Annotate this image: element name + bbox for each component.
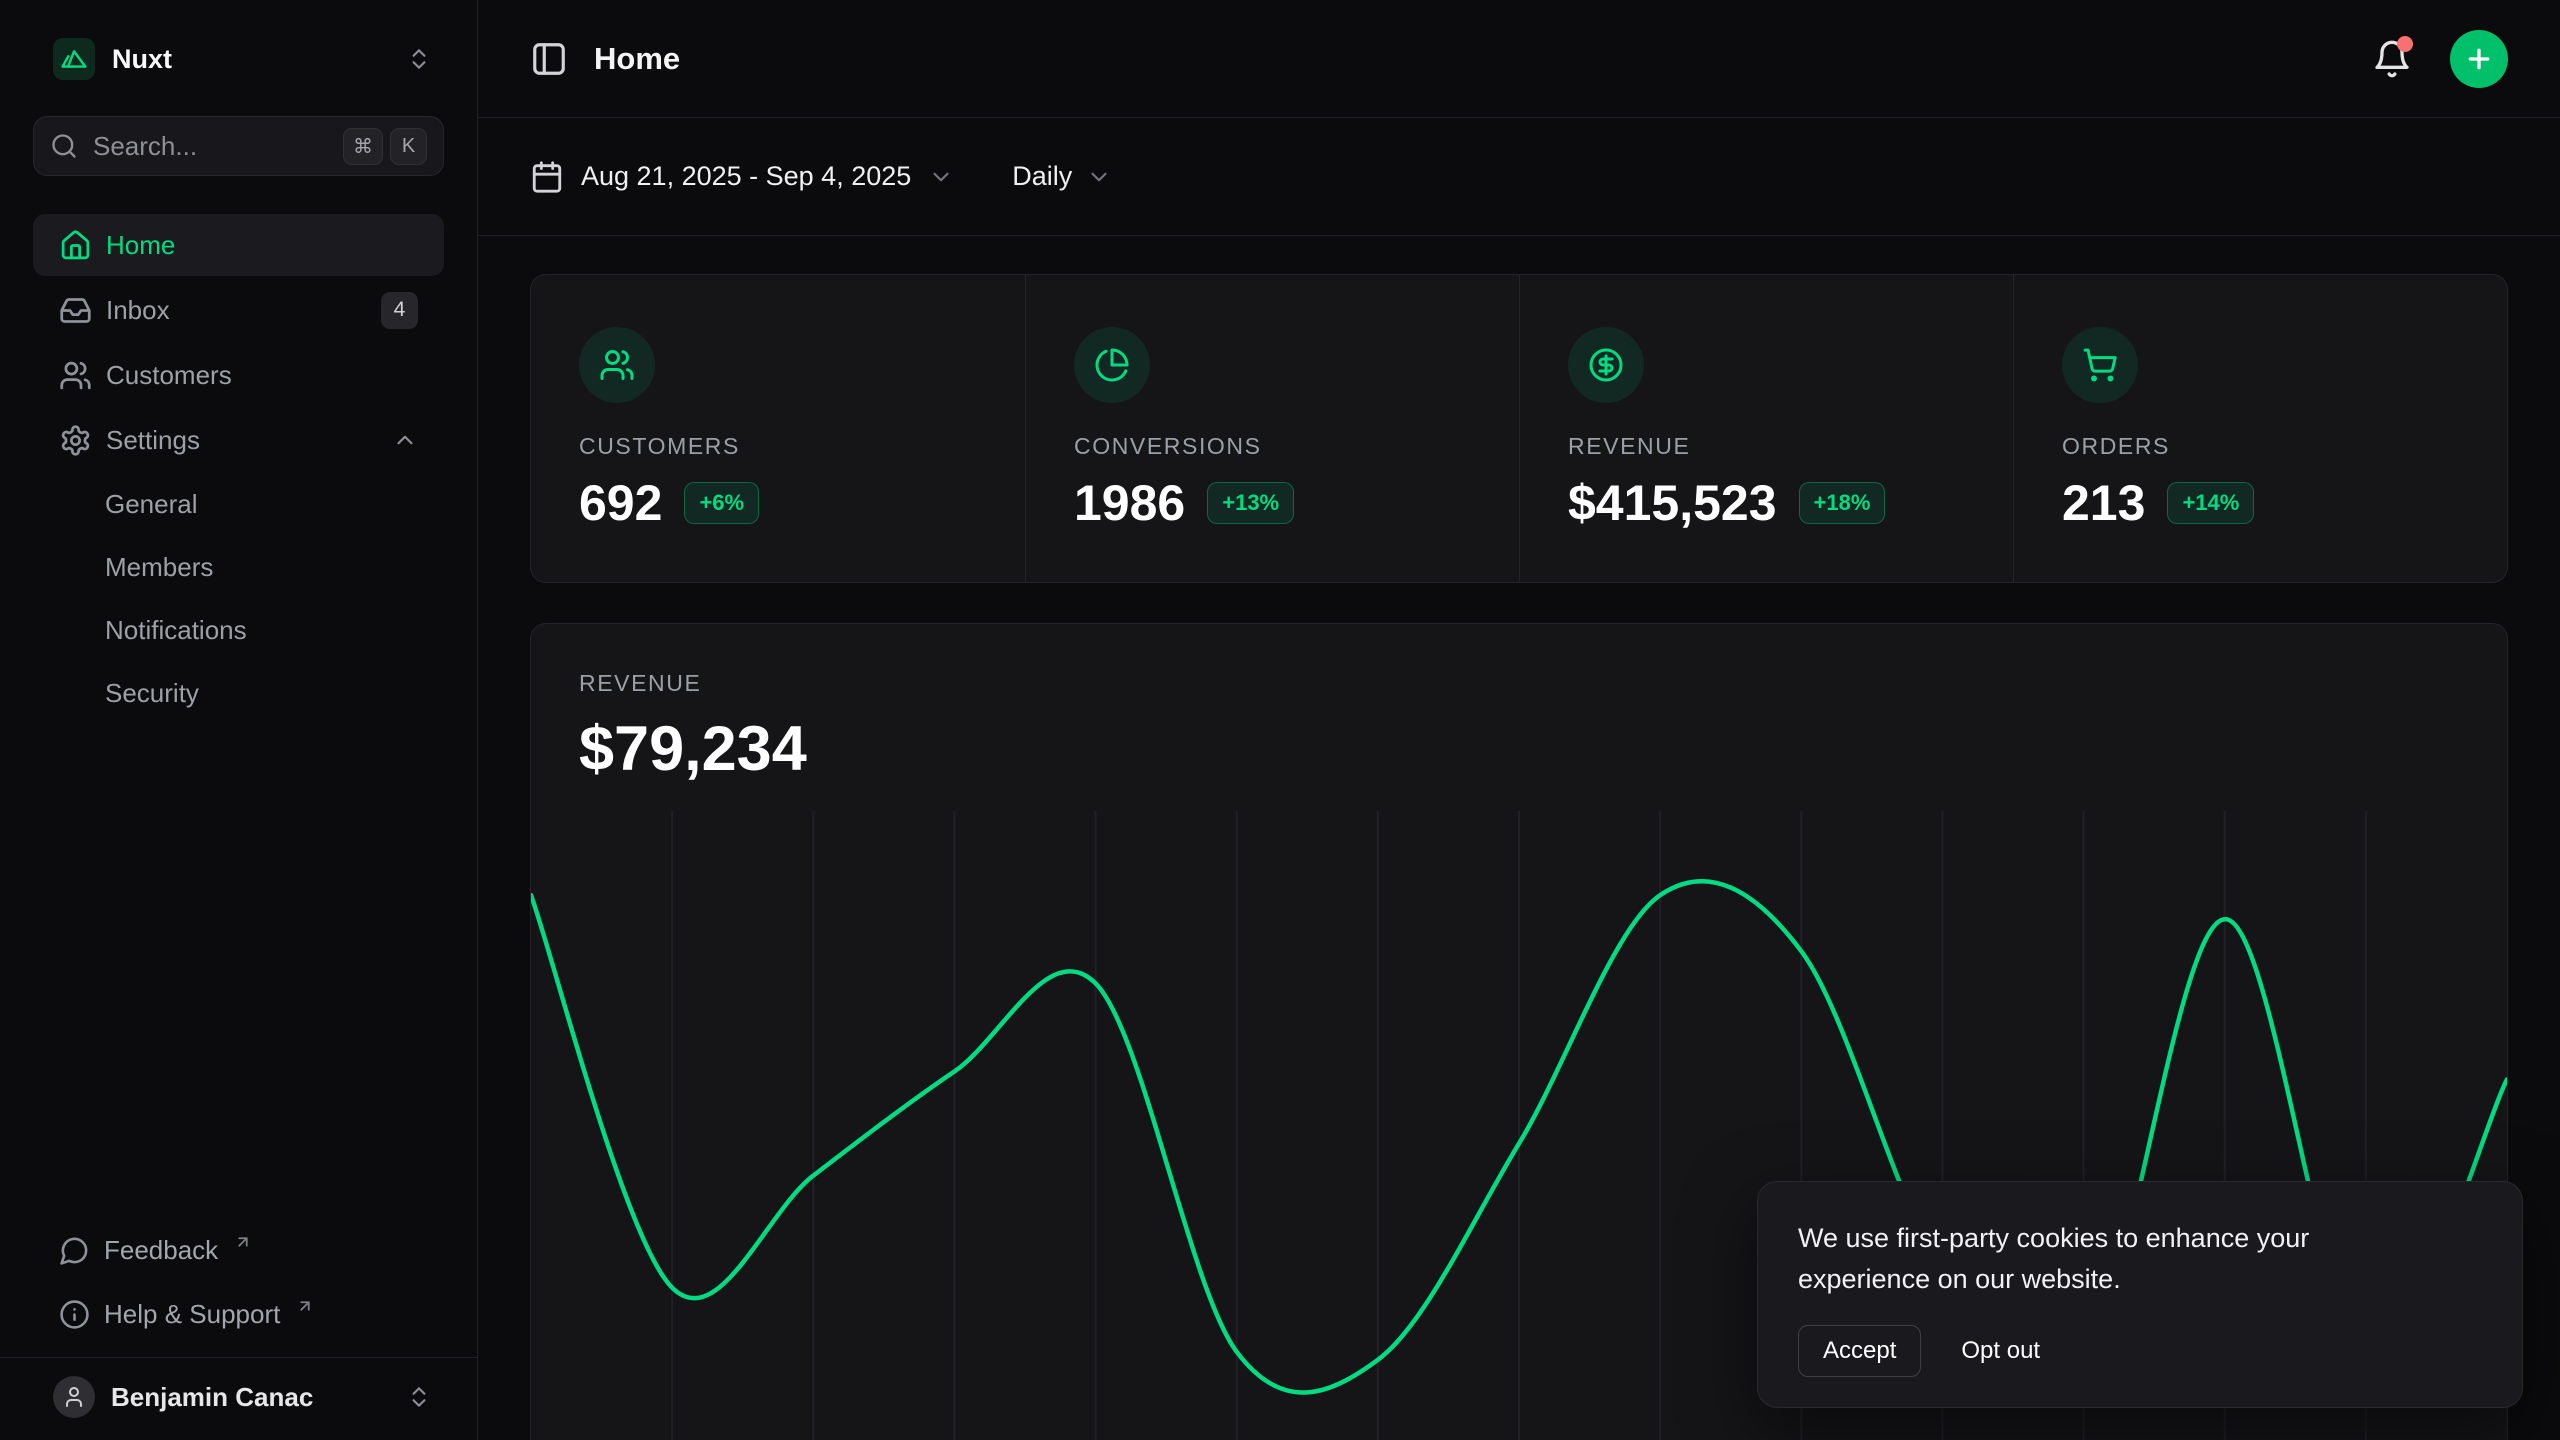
help-support-label: Help & Support — [104, 1299, 280, 1330]
date-range-value: Aug 21, 2025 - Sep 4, 2025 — [581, 161, 911, 192]
stat-label: CONVERSIONS — [1074, 433, 1471, 460]
circle-dollar-icon — [1568, 327, 1644, 403]
chevrons-up-down-icon — [406, 1384, 432, 1410]
opt-out-button[interactable]: Opt out — [1955, 1326, 2046, 1376]
plus-icon — [2464, 44, 2494, 74]
avatar — [53, 1376, 95, 1418]
help-support-link[interactable]: Help & Support — [33, 1283, 444, 1345]
search-icon — [50, 132, 78, 160]
inbox-count-badge: 4 — [381, 292, 418, 329]
inbox-icon — [59, 294, 92, 327]
stat-delta-badge: +13% — [1207, 482, 1294, 524]
stat-value: 213 — [2062, 474, 2145, 532]
revenue-label: REVENUE — [579, 670, 2459, 697]
search-placeholder: Search... — [93, 131, 197, 162]
chat-bubble-icon — [59, 1235, 90, 1266]
sidebar-subitem-label: General — [105, 489, 198, 520]
page-title: Home — [594, 41, 680, 77]
stat-label: CUSTOMERS — [579, 433, 977, 460]
gear-icon — [59, 424, 92, 457]
sidebar-item-inbox[interactable]: Inbox 4 — [33, 279, 444, 341]
sidebar-subitem-label: Members — [105, 552, 213, 583]
filters-toolbar: Aug 21, 2025 - Sep 4, 2025 Daily — [478, 118, 2560, 236]
sidebar-subitem-label: Security — [105, 678, 199, 709]
nuxt-logo-icon — [53, 38, 95, 80]
stat-delta-badge: +14% — [2167, 482, 2254, 524]
chevron-up-icon — [392, 427, 418, 453]
stat-customers[interactable]: CUSTOMERS 692 +6% — [531, 275, 1025, 582]
stats-card: CUSTOMERS 692 +6% CONVERSIONS 1986 +13% — [530, 274, 2508, 583]
sidebar-item-customers[interactable]: Customers — [33, 344, 444, 406]
stat-orders[interactable]: ORDERS 213 +14% — [2013, 275, 2507, 582]
sidebar-spacer — [33, 723, 444, 1219]
feedback-link[interactable]: Feedback — [33, 1219, 444, 1281]
sidebar-item-settings[interactable]: Settings — [33, 409, 444, 471]
feedback-label: Feedback — [104, 1235, 218, 1266]
interval-value: Daily — [1012, 161, 1072, 192]
chevron-down-icon — [1086, 164, 1112, 190]
stat-delta-badge: +6% — [684, 482, 759, 524]
notifications-button[interactable] — [2372, 39, 2412, 79]
search-shortcut: ⌘ K — [343, 128, 427, 165]
stat-label: ORDERS — [2062, 433, 2459, 460]
cookie-banner: We use first-party cookies to enhance yo… — [1757, 1181, 2523, 1408]
revenue-value: $79,234 — [579, 713, 2459, 785]
sidebar-item-general[interactable]: General — [33, 474, 444, 534]
header-actions — [2372, 30, 2508, 88]
sidebar-item-label: Home — [106, 230, 175, 261]
chart-pie-icon — [1074, 327, 1150, 403]
page-header: Home — [478, 0, 2560, 118]
stat-delta-badge: +18% — [1799, 482, 1886, 524]
sidebar-item-label: Customers — [106, 360, 232, 391]
info-circle-icon — [59, 1299, 90, 1330]
kbd-k: K — [390, 128, 427, 165]
interval-select[interactable]: Daily — [1012, 161, 1112, 192]
calendar-icon — [530, 160, 564, 194]
kbd-cmd: ⌘ — [343, 128, 383, 165]
users-icon — [59, 359, 92, 392]
sidebar-item-label: Settings — [106, 425, 200, 456]
sidebar: Nuxt Search... ⌘ K Home Inbox 4 — [0, 0, 478, 1440]
sidebar-footer: Feedback Help & Support — [33, 1219, 444, 1357]
date-range-picker[interactable]: Aug 21, 2025 - Sep 4, 2025 — [530, 160, 954, 194]
notification-dot — [2397, 36, 2413, 52]
user-name: Benjamin Canac — [111, 1382, 313, 1413]
sidebar-item-label: Inbox — [106, 295, 170, 326]
chevrons-up-down-icon — [406, 46, 432, 72]
sidebar-item-notifications[interactable]: Notifications — [33, 600, 444, 660]
sidebar-item-members[interactable]: Members — [33, 537, 444, 597]
stat-value: 692 — [579, 474, 662, 532]
team-name: Nuxt — [112, 44, 172, 75]
sidebar-nav: Home Inbox 4 Customers Settings Ge — [33, 214, 444, 723]
external-link-icon — [234, 1233, 252, 1251]
user-menu[interactable]: Benjamin Canac — [0, 1357, 477, 1440]
team-switcher[interactable]: Nuxt — [33, 38, 444, 80]
add-button[interactable] — [2450, 30, 2508, 88]
search-input[interactable]: Search... ⌘ K — [33, 116, 444, 176]
sidebar-item-home[interactable]: Home — [33, 214, 444, 276]
stat-label: REVENUE — [1568, 433, 1965, 460]
sidebar-subitem-label: Notifications — [105, 615, 247, 646]
shopping-cart-icon — [2062, 327, 2138, 403]
external-link-icon — [296, 1297, 314, 1315]
sidebar-item-security[interactable]: Security — [33, 663, 444, 723]
cookie-message: We use first-party cookies to enhance yo… — [1798, 1218, 2398, 1299]
cookie-actions: Accept Opt out — [1798, 1325, 2482, 1377]
stat-value: 1986 — [1074, 474, 1185, 532]
chevron-down-icon — [928, 164, 954, 190]
home-icon — [59, 229, 92, 262]
sidebar-toggle-icon[interactable] — [530, 40, 568, 78]
stat-conversions[interactable]: CONVERSIONS 1986 +13% — [1025, 275, 1519, 582]
stat-value: $415,523 — [1568, 474, 1777, 532]
accept-button[interactable]: Accept — [1798, 1325, 1921, 1377]
users-icon — [579, 327, 655, 403]
stat-revenue[interactable]: REVENUE $415,523 +18% — [1519, 275, 2013, 582]
